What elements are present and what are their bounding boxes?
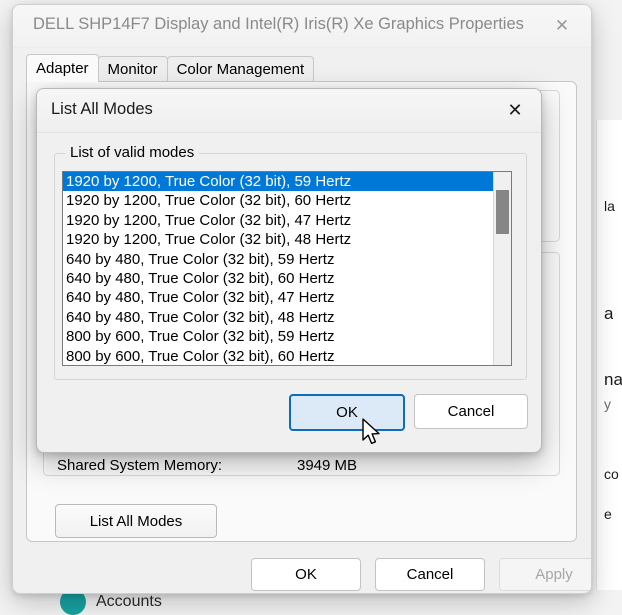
list-item[interactable]: 640 by 480, True Color (32 bit), 60 Hert… [63, 269, 493, 288]
list-all-modes-button[interactable]: List All Modes [55, 504, 217, 538]
dialog-ok-button[interactable]: OK [289, 394, 405, 431]
scrollbar-thumb[interactable] [496, 190, 509, 234]
modes-listbox[interactable]: 1920 by 1200, True Color (32 bit), 59 He… [62, 171, 512, 366]
cancel-button[interactable]: Cancel [375, 558, 485, 591]
dialog-title: List All Modes [51, 100, 153, 119]
list-item[interactable]: 1920 by 1200, True Color (32 bit), 47 He… [63, 211, 493, 230]
list-item[interactable]: 800 by 600, True Color (32 bit), 59 Hert… [63, 327, 493, 346]
tab-monitor[interactable]: Monitor [98, 56, 168, 82]
list-item[interactable]: 1920 by 1200, True Color (32 bit), 60 He… [63, 191, 493, 210]
settings-text-fragment-4: y [604, 396, 611, 412]
settings-text-fragment-2: a [604, 304, 613, 324]
dialog-titlebar: List All Modes ✕ [37, 89, 541, 133]
close-icon[interactable]: ✕ [545, 11, 579, 41]
window-footer-buttons: OK Cancel Apply [13, 553, 591, 593]
close-icon[interactable]: ✕ [499, 96, 531, 125]
dialog-body: List of valid modes 1920 by 1200, True C… [37, 133, 541, 453]
list-item[interactable]: 640 by 480, True Color (32 bit), 59 Hert… [63, 250, 493, 269]
settings-text-fragment-5: co [604, 466, 619, 482]
ok-button[interactable]: OK [251, 558, 361, 591]
list-item[interactable]: 800 by 600, True Color (32 bit), 60 Hert… [63, 347, 493, 365]
valid-modes-label: List of valid modes [65, 144, 199, 161]
list-item[interactable]: 1920 by 1200, True Color (32 bit), 59 He… [63, 172, 493, 191]
apply-button: Apply [499, 558, 592, 591]
shared-system-memory-row: Shared System Memory: 3949 MB [57, 452, 547, 478]
shared-system-memory-value: 3949 MB [297, 457, 357, 474]
tab-color-management[interactable]: Color Management [167, 56, 315, 82]
page-title: DELL SHP14F7 Display and Intel(R) Iris(R… [33, 15, 524, 34]
settings-text-fragment-1: la [604, 198, 615, 214]
list-item[interactable]: 640 by 480, True Color (32 bit), 48 Hert… [63, 308, 493, 327]
settings-text-fragment-6: e [604, 506, 612, 522]
screen-root: la a na y co e Accounts DELL SHP14F7 Dis… [0, 0, 622, 615]
dialog-buttons: OK Cancel [37, 388, 541, 438]
vertical-scrollbar[interactable] [493, 172, 511, 365]
tabstrip: Adapter Monitor Color Management [26, 55, 313, 82]
list-all-modes-dialog: List All Modes ✕ List of valid modes 192… [36, 88, 542, 453]
list-item[interactable]: 1920 by 1200, True Color (32 bit), 48 He… [63, 230, 493, 249]
list-item[interactable]: 640 by 480, True Color (32 bit), 47 Hert… [63, 288, 493, 307]
sidebar-item-label: Accounts [96, 593, 162, 611]
settings-text-fragment-3: na [604, 370, 622, 390]
dialog-cancel-button[interactable]: Cancel [414, 394, 528, 429]
valid-modes-groupbox: List of valid modes 1920 by 1200, True C… [54, 153, 527, 380]
modes-list: 1920 by 1200, True Color (32 bit), 59 He… [63, 172, 493, 365]
window-titlebar: DELL SHP14F7 Display and Intel(R) Iris(R… [13, 5, 591, 48]
tab-adapter[interactable]: Adapter [26, 54, 99, 82]
shared-system-memory-label: Shared System Memory: [57, 457, 297, 474]
